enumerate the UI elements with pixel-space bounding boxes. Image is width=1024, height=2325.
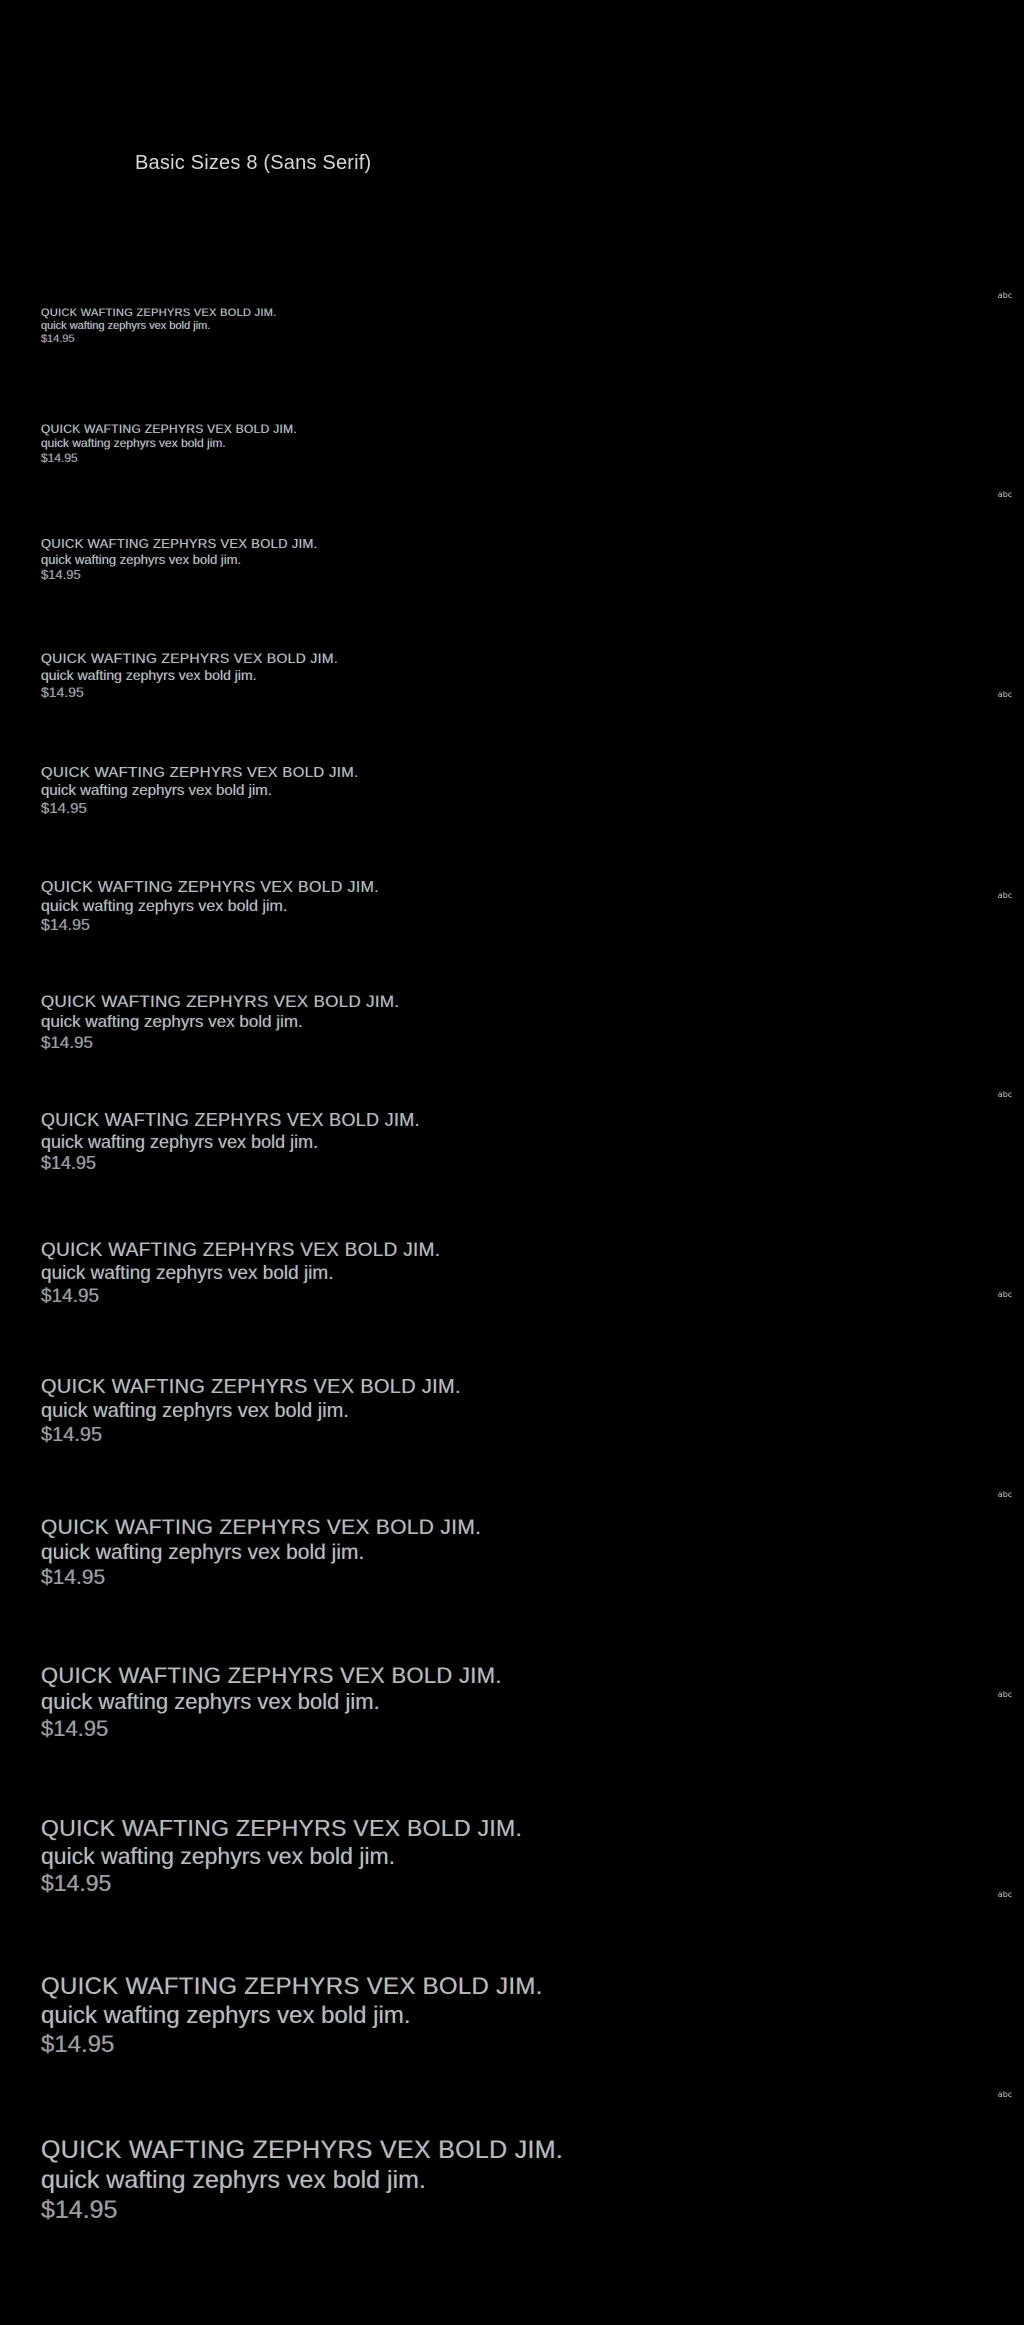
- type-sample-size-21: QUICK WAFTING ZEPHYRS VEX BOLD JIM. quic…: [41, 1973, 543, 2059]
- type-sample-size-14: QUICK WAFTING ZEPHYRS VEX BOLD JIM. quic…: [41, 992, 399, 1053]
- lowercase-sample: quick wafting zephyrs vex bold jim.: [41, 782, 272, 799]
- lowercase-sample: quick wafting zephyrs vex bold jim.: [41, 320, 211, 333]
- lowercase-sample: quick wafting zephyrs vex bold jim.: [41, 1689, 380, 1715]
- uppercase-sample: QUICK WAFTING ZEPHYRS VEX BOLD JIM.: [41, 307, 277, 319]
- side-label: abc: [997, 292, 1013, 300]
- uppercase-sample: QUICK WAFTING ZEPHYRS VEX BOLD JIM.: [41, 1110, 420, 1130]
- lowercase-sample: quick wafting zephyrs vex bold jim.: [41, 1012, 303, 1032]
- uppercase-sample: QUICK WAFTING ZEPHYRS VEX BOLD JIM.: [41, 764, 359, 781]
- side-label: abc: [997, 2091, 1013, 2099]
- side-label: abc: [997, 1891, 1013, 1899]
- type-sample-size-17: QUICK WAFTING ZEPHYRS VEX BOLD JIM. quic…: [41, 1375, 461, 1447]
- type-sample-size-15: QUICK WAFTING ZEPHYRS VEX BOLD JIM. quic…: [41, 1110, 420, 1175]
- price-sample: $14.95: [41, 1566, 106, 1590]
- uppercase-sample: QUICK WAFTING ZEPHYRS VEX BOLD JIM.: [41, 2136, 564, 2164]
- side-label: abc: [997, 1091, 1013, 1099]
- type-sample-size-18: QUICK WAFTING ZEPHYRS VEX BOLD JIM. quic…: [41, 1515, 481, 1591]
- uppercase-sample: QUICK WAFTING ZEPHYRS VEX BOLD JIM.: [41, 1973, 543, 2000]
- uppercase-sample: QUICK WAFTING ZEPHYRS VEX BOLD JIM.: [41, 422, 298, 436]
- lowercase-sample: quick wafting zephyrs vex bold jim.: [41, 1541, 365, 1565]
- page-title: Basic Sizes 8 (Sans Serif): [135, 152, 372, 174]
- type-sample-size-11: QUICK WAFTING ZEPHYRS VEX BOLD JIM. quic…: [41, 650, 338, 700]
- type-sample-size-9: QUICK WAFTING ZEPHYRS VEX BOLD JIM. quic…: [41, 422, 297, 465]
- type-sample-size-19: QUICK WAFTING ZEPHYRS VEX BOLD JIM. quic…: [41, 1663, 502, 1742]
- price-sample: $14.95: [41, 800, 87, 817]
- side-label: abc: [997, 691, 1013, 699]
- price-sample: $14.95: [41, 1870, 112, 1897]
- lowercase-sample: quick wafting zephyrs vex bold jim.: [41, 1842, 396, 1869]
- lowercase-sample: quick wafting zephyrs vex bold jim.: [41, 1131, 319, 1152]
- side-label: abc: [997, 1491, 1013, 1499]
- price-sample: $14.95: [41, 917, 90, 935]
- lowercase-sample: quick wafting zephyrs vex bold jim.: [41, 1262, 334, 1284]
- price-sample: $14.95: [41, 333, 75, 346]
- uppercase-sample: QUICK WAFTING ZEPHYRS VEX BOLD JIM.: [41, 1663, 502, 1688]
- uppercase-sample: QUICK WAFTING ZEPHYRS VEX BOLD JIM.: [41, 992, 400, 1011]
- uppercase-sample: QUICK WAFTING ZEPHYRS VEX BOLD JIM.: [41, 650, 339, 666]
- lowercase-sample: quick wafting zephyrs vex bold jim.: [41, 551, 242, 567]
- lowercase-sample: quick wafting zephyrs vex bold jim.: [41, 2001, 411, 2029]
- price-sample: $14.95: [41, 450, 78, 465]
- uppercase-sample: QUICK WAFTING ZEPHYRS VEX BOLD JIM.: [41, 1516, 482, 1539]
- uppercase-sample: QUICK WAFTING ZEPHYRS VEX BOLD JIM.: [41, 1815, 523, 1841]
- lowercase-sample: quick wafting zephyrs vex bold jim.: [41, 666, 257, 683]
- lowercase-sample: quick wafting zephyrs vex bold jim.: [41, 1400, 349, 1422]
- price-sample: $14.95: [41, 567, 81, 583]
- price-sample: $14.95: [41, 1715, 109, 1741]
- uppercase-sample: QUICK WAFTING ZEPHYRS VEX BOLD JIM.: [41, 536, 318, 551]
- price-sample: $14.95: [41, 1424, 103, 1446]
- price-sample: $14.95: [41, 1285, 100, 1307]
- uppercase-sample: QUICK WAFTING ZEPHYRS VEX BOLD JIM.: [41, 1240, 441, 1261]
- side-label: abc: [997, 1691, 1013, 1699]
- price-sample: $14.95: [41, 2196, 118, 2224]
- uppercase-sample: QUICK WAFTING ZEPHYRS VEX BOLD JIM.: [41, 879, 379, 896]
- price-sample: $14.95: [41, 1153, 97, 1174]
- price-sample: $14.95: [41, 683, 84, 700]
- type-sample-size-13: QUICK WAFTING ZEPHYRS VEX BOLD JIM. quic…: [41, 878, 379, 936]
- side-label: abc: [997, 892, 1013, 900]
- side-label: abc: [997, 491, 1013, 499]
- uppercase-sample: QUICK WAFTING ZEPHYRS VEX BOLD JIM.: [41, 1376, 461, 1398]
- side-label: abc: [997, 1291, 1013, 1299]
- type-sample-size-10: QUICK WAFTING ZEPHYRS VEX BOLD JIM. quic…: [41, 536, 318, 583]
- lowercase-sample: quick wafting zephyrs vex bold jim.: [41, 436, 226, 451]
- type-sample-size-16: QUICK WAFTING ZEPHYRS VEX BOLD JIM. quic…: [41, 1240, 440, 1308]
- type-sample-size-22: QUICK WAFTING ZEPHYRS VEX BOLD JIM. quic…: [41, 2135, 563, 2225]
- price-sample: $14.95: [41, 2030, 115, 2058]
- price-sample: $14.95: [41, 1032, 93, 1052]
- lowercase-sample: quick wafting zephyrs vex bold jim.: [41, 2166, 426, 2194]
- type-sample-size-8: QUICK WAFTING ZEPHYRS VEX BOLD JIM. quic…: [41, 307, 277, 347]
- type-sample-size-20: QUICK WAFTING ZEPHYRS VEX BOLD JIM. quic…: [41, 1815, 522, 1898]
- type-sample-size-12: QUICK WAFTING ZEPHYRS VEX BOLD JIM. quic…: [41, 764, 358, 818]
- lowercase-sample: quick wafting zephyrs vex bold jim.: [41, 898, 288, 916]
